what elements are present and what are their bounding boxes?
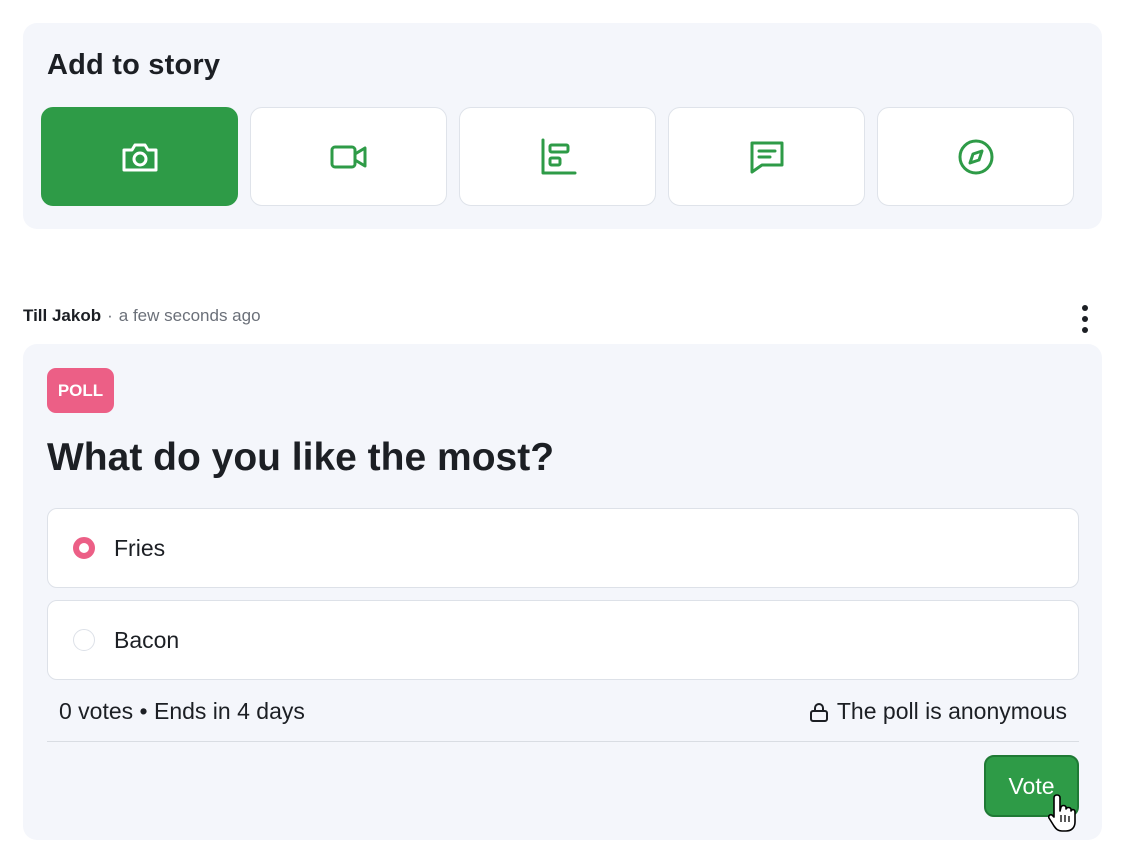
option-label: Bacon	[114, 626, 180, 653]
poll-summary: 0 votes • Ends in 4 days	[59, 698, 305, 724]
bar-chart-icon	[541, 138, 576, 174]
poll-card: POLL What do you like the most? Fries Ba…	[23, 344, 1102, 840]
story-title: Add to story	[47, 49, 221, 81]
message-story-button[interactable]	[668, 107, 865, 206]
meta-separator: ·	[107, 306, 113, 325]
more-dot	[1082, 316, 1088, 322]
post-author[interactable]: Till Jakob	[23, 306, 101, 326]
poll-story-button[interactable]	[459, 107, 656, 206]
anonymous-text: The poll is anonymous	[836, 698, 1067, 724]
option-label: Fries	[114, 534, 166, 561]
poll-option-bacon[interactable]: Bacon	[47, 600, 1079, 680]
anonymous-note: The poll is anonymous	[808, 698, 1067, 725]
divider	[47, 741, 1079, 742]
hand-cursor-icon	[1048, 794, 1076, 832]
lock-icon	[809, 702, 828, 722]
add-to-story-panel: Add to story	[23, 23, 1102, 229]
more-dot	[1082, 305, 1088, 311]
message-icon	[750, 141, 783, 173]
explore-story-button[interactable]	[877, 107, 1074, 206]
poll-footer: 0 votes • Ends in 4 days The poll is ano…	[59, 698, 1067, 725]
radio-selected[interactable]	[73, 537, 95, 559]
video-icon	[330, 145, 366, 168]
story-options	[41, 107, 1074, 206]
post-meta: Till Jakob · a few seconds ago	[23, 306, 261, 326]
poll-question: What do you like the most?	[47, 436, 555, 479]
camera-icon	[122, 143, 157, 171]
compass-icon	[958, 139, 993, 174]
video-story-button[interactable]	[250, 107, 447, 206]
post-time: a few seconds ago	[118, 306, 261, 325]
radio-unselected[interactable]	[73, 629, 95, 651]
photo-story-button[interactable]	[41, 107, 238, 206]
poll-badge: POLL	[47, 368, 114, 413]
more-dot	[1082, 327, 1088, 333]
poll-option-fries[interactable]: Fries	[47, 508, 1079, 588]
more-options-button[interactable]	[1072, 302, 1098, 336]
